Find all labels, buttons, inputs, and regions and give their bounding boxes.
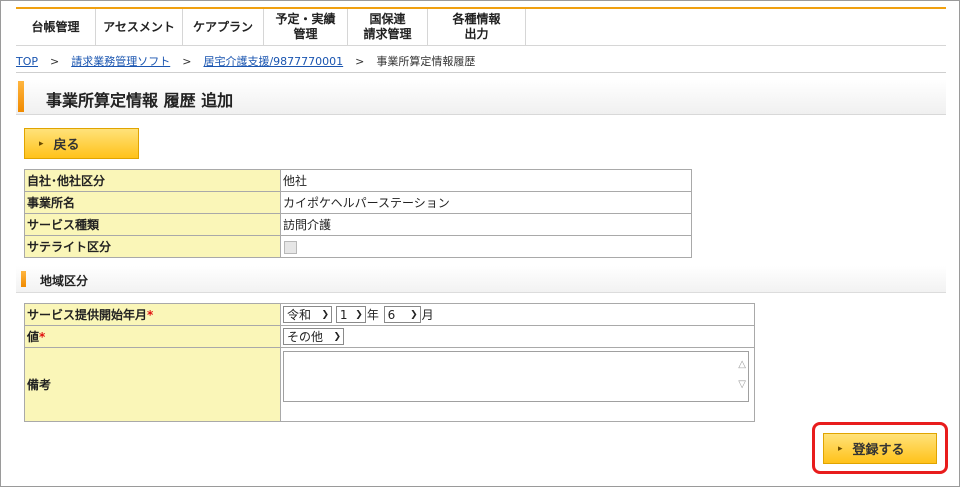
breadcrumb-separator: > xyxy=(355,54,365,68)
office-info-table: 自社･他社区分 他社 事業所名 カイポケヘルパーステーション サービス種類 訪問… xyxy=(24,169,692,258)
required-mark: * xyxy=(147,308,154,322)
breadcrumb-separator: > xyxy=(50,54,60,68)
nav-filler xyxy=(526,9,946,46)
value-label: 値* xyxy=(24,325,281,348)
remarks-label: 備考 xyxy=(24,347,281,422)
divider xyxy=(16,72,946,73)
section-title: 地域区分 xyxy=(40,274,89,288)
month-select[interactable]: 6 ❯ xyxy=(383,306,421,323)
start-date-cell: 令和 ❯ 1 ❯ 年 6 ❯ 月 xyxy=(280,303,755,326)
own-other-value: 他社 xyxy=(280,169,692,192)
year-select-value: 1 xyxy=(339,307,348,322)
breadcrumb-current: 事業所算定情報履歴 xyxy=(376,55,476,68)
breadcrumb-office-link[interactable]: 居宅介護支援/9877770001 xyxy=(203,53,343,69)
era-select[interactable]: 令和 ❯ xyxy=(283,306,332,323)
chevron-down-icon: ❯ xyxy=(355,309,363,320)
value-label-text: 値 xyxy=(27,330,40,344)
table-row: 自社･他社区分 他社 xyxy=(24,169,692,192)
era-select-value: 令和 xyxy=(287,308,312,322)
top-navigation: 台帳管理 アセスメント ケアプラン 予定・実績 管理 国保連 請求管理 各種情報… xyxy=(16,7,946,46)
section-header: 地域区分 xyxy=(16,266,946,293)
own-other-label: 自社･他社区分 xyxy=(24,169,281,192)
office-name-label: 事業所名 xyxy=(24,191,281,214)
service-type-value: 訪問介護 xyxy=(280,213,692,236)
value-cell: その他 ❯ xyxy=(280,325,755,348)
breadcrumb: TOP > 請求業務管理ソフト > 居宅介護支援/9877770001 > 事業… xyxy=(16,53,476,69)
table-row: 事業所名 カイポケヘルパーステーション xyxy=(24,191,692,214)
nav-info-output[interactable]: 各種情報 出力 xyxy=(428,9,526,46)
breadcrumb-top-link[interactable]: TOP xyxy=(16,55,38,68)
satellite-checkbox xyxy=(284,240,297,254)
chevron-down-icon: ❯ xyxy=(410,309,418,320)
remarks-textarea[interactable]: △ ▽ xyxy=(283,351,749,402)
back-button-label: 戻る xyxy=(53,138,80,153)
register-button-label: 登録する xyxy=(852,443,905,458)
register-button[interactable]: ▸ 登録する xyxy=(823,433,937,464)
start-date-label: サービス提供開始年月* xyxy=(24,303,281,326)
value-select-value: その他 xyxy=(287,330,324,344)
year-select[interactable]: 1 ❯ xyxy=(335,306,366,323)
back-button[interactable]: ▸ 戻る xyxy=(24,128,139,159)
title-accent-mark xyxy=(18,81,24,112)
chevron-down-icon: ❯ xyxy=(321,309,329,320)
month-unit: 月 xyxy=(421,308,434,322)
satellite-label: サテライト区分 xyxy=(24,235,281,258)
start-date-label-text: サービス提供開始年月 xyxy=(27,308,148,322)
nav-ledger[interactable]: 台帳管理 xyxy=(16,9,96,46)
service-type-label: サービス種類 xyxy=(24,213,281,236)
required-mark: * xyxy=(39,330,46,344)
arrow-right-icon: ▸ xyxy=(39,138,44,149)
nav-careplan[interactable]: ケアプラン xyxy=(183,9,264,46)
chevron-down-icon: ❯ xyxy=(333,331,341,342)
table-row: サテライト区分 xyxy=(24,235,692,258)
page-title-bar: 事業所算定情報 履歴 追加 xyxy=(16,79,946,115)
section-accent-mark xyxy=(21,271,26,287)
satellite-cell xyxy=(280,235,692,258)
remarks-cell: △ ▽ xyxy=(280,347,755,422)
arrow-right-icon: ▸ xyxy=(838,443,843,454)
breadcrumb-separator: > xyxy=(182,54,192,68)
year-unit: 年 xyxy=(366,308,379,322)
nav-schedule[interactable]: 予定・実績 管理 xyxy=(264,9,348,46)
table-row: 値* その他 ❯ xyxy=(24,325,755,348)
breadcrumb-software-link[interactable]: 請求業務管理ソフト xyxy=(71,53,170,69)
nav-national-billing[interactable]: 国保連 請求管理 xyxy=(348,9,428,46)
page-title: 事業所算定情報 履歴 追加 xyxy=(46,91,234,110)
table-row: 備考 △ ▽ xyxy=(24,347,755,422)
table-row: サービス提供開始年月* 令和 ❯ 1 ❯ 年 6 ❯ 月 xyxy=(24,303,755,326)
month-select-value: 6 xyxy=(387,307,396,322)
nav-assessment[interactable]: アセスメント xyxy=(96,9,183,46)
region-form-table: サービス提供開始年月* 令和 ❯ 1 ❯ 年 6 ❯ 月 値* その他 ❯ 備考 △ ▽ xyxy=(24,303,755,422)
value-select[interactable]: その他 ❯ xyxy=(283,328,344,345)
textarea-scrollbar[interactable]: △ ▽ xyxy=(738,355,746,395)
office-name-value: カイポケヘルパーステーション xyxy=(280,191,692,214)
table-row: サービス種類 訪問介護 xyxy=(24,213,692,236)
